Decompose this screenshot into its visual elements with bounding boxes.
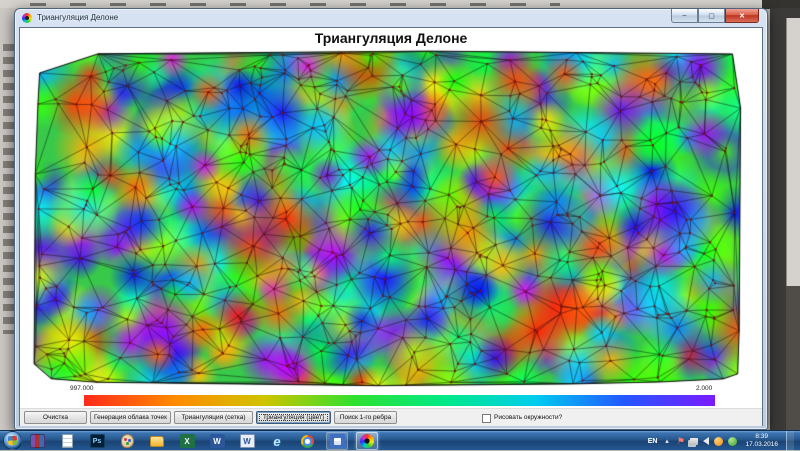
triangulation-color-button[interactable]: Триангуляция (цвет) [256, 411, 331, 424]
taskbar-button-photoshop[interactable]: Ps [86, 432, 108, 450]
explorer-icon [150, 436, 164, 447]
title-bar[interactable]: Триангуляция Делоне – ▢ ✕ [15, 9, 767, 27]
taskbar-button-chrome[interactable] [296, 432, 318, 450]
taskbar-button-save-tool[interactable] [326, 432, 348, 450]
minimize-button[interactable]: – [671, 9, 698, 23]
taskbar-button-delaunay-app[interactable] [356, 432, 378, 450]
taskbar: Ps X W We EN 8:39 17.03.2016 [0, 430, 800, 450]
background-panel-right-lower [786, 286, 800, 430]
updater-icon[interactable] [728, 437, 737, 446]
taskbar-button-paint[interactable] [116, 432, 138, 450]
taskbar-button-notepad[interactable] [56, 432, 78, 450]
taskbar-button-word[interactable]: W [206, 432, 228, 450]
winrar-icon [30, 434, 45, 448]
taskbar-button-explorer[interactable] [146, 432, 168, 450]
button-panel: Очистка Генерация облака точек Триангуля… [20, 408, 762, 426]
draw-circles-checkbox[interactable] [482, 414, 491, 423]
window-title: Триангуляция Делоне [37, 13, 118, 22]
window-controls: – ▢ ✕ [671, 9, 759, 23]
drawing-area: Триангуляция Делоне 997.000 2.000 [20, 28, 762, 408]
taskbar-button-winrar[interactable] [26, 432, 48, 450]
background-tool-palette-right [786, 18, 800, 286]
windows-flag-icon [8, 436, 18, 446]
app-icon [22, 13, 32, 23]
color-scale-bar [84, 395, 715, 406]
volume-icon[interactable] [703, 437, 709, 445]
start-button[interactable] [3, 431, 22, 450]
triangulation-grid-button[interactable]: Триангуляция (сетка) [174, 411, 253, 424]
show-desktop-button[interactable] [786, 431, 794, 451]
colorbar-min-label: 2.000 [696, 385, 712, 392]
excel-icon: X [180, 434, 195, 448]
canvas-heading: Триангуляция Делоне [20, 30, 762, 46]
action-center-flag-icon[interactable] [676, 437, 685, 446]
clear-button[interactable]: Очистка [24, 411, 87, 424]
app-window: Триангуляция Делоне – ▢ ✕ Триангуляция Д… [14, 8, 768, 430]
chrome-icon [301, 435, 314, 448]
word-2-icon: W [240, 434, 255, 448]
colorbar-max-label: 997.000 [70, 385, 94, 392]
tray-icons [662, 437, 737, 446]
notepad-icon [62, 434, 73, 448]
internet-explorer-icon: e [270, 434, 285, 448]
word-icon: W [210, 434, 225, 448]
save-tool-icon [330, 434, 345, 448]
generate-points-button[interactable]: Генерация облака точек [90, 411, 171, 424]
antivirus-icon[interactable] [714, 437, 723, 446]
background-menu-items [30, 3, 560, 6]
paint-icon [121, 434, 134, 448]
tray-time: 8:39 [755, 433, 768, 440]
taskbar-buttons: Ps X W We [26, 431, 378, 451]
system-tray: EN 8:39 17.03.2016 [648, 431, 794, 451]
triangulation-canvas[interactable] [26, 46, 748, 392]
close-button[interactable]: ✕ [725, 9, 759, 23]
draw-circles-label: Рисовать окружности? [494, 414, 562, 421]
clock[interactable]: 8:39 17.03.2016 [742, 433, 781, 449]
taskbar-button-word-2[interactable]: W [236, 432, 258, 450]
hidden-icons-arrow-icon[interactable] [662, 437, 671, 446]
delaunay-app-icon [360, 434, 374, 448]
tray-date: 17.03.2016 [745, 441, 778, 448]
network-icon[interactable] [690, 438, 698, 445]
client-area: Триангуляция Делоне 997.000 2.000 Очистк… [19, 27, 763, 426]
language-indicator[interactable]: EN [648, 438, 658, 445]
taskbar-button-excel[interactable]: X [176, 432, 198, 450]
taskbar-button-internet-explorer[interactable]: e [266, 432, 288, 450]
photoshop-icon: Ps [90, 434, 105, 448]
find-first-edge-button[interactable]: Поиск 1-го ребра [334, 411, 397, 424]
maximize-button[interactable]: ▢ [698, 9, 725, 23]
